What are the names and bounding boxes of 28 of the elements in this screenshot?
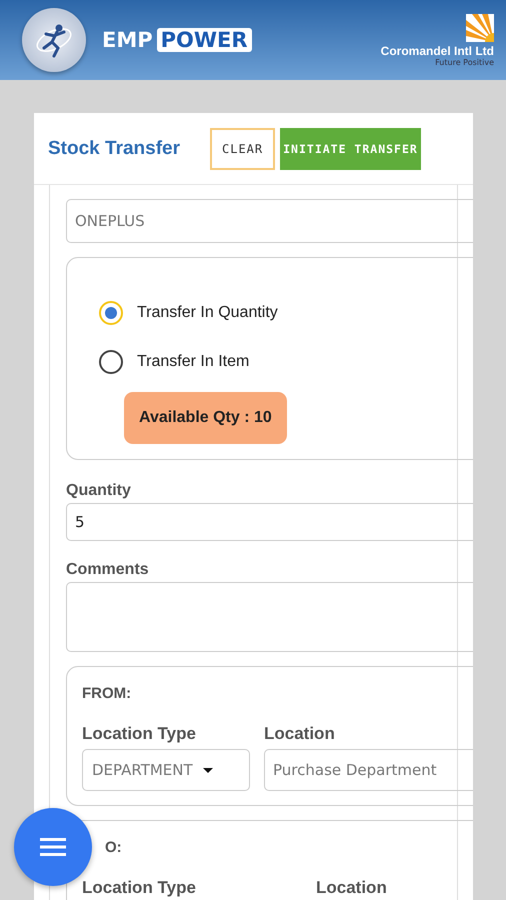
sunburst-logo-icon [466, 14, 494, 42]
app-name: EMP [102, 28, 153, 52]
comments-field[interactable] [66, 582, 473, 652]
asset-field[interactable]: ONEPLUS [66, 199, 473, 243]
available-qty-badge: Available Qty : 10 [124, 392, 287, 444]
location-type-dropdown[interactable]: DEPARTMENT [82, 749, 250, 791]
field-label: Location Type [82, 724, 197, 744]
runner-logo-icon [22, 8, 86, 72]
menu-icon [40, 837, 66, 857]
quantity-field[interactable]: 5 [66, 503, 473, 541]
caret-icon [202, 768, 213, 772]
radio-label: Transfer In Quantity [137, 304, 278, 322]
location-field[interactable]: Purchase Department [264, 749, 473, 791]
initiate-transfer-button[interactable]: INITIATE TRANSFER [280, 128, 421, 170]
section-title: FROM: [82, 685, 132, 702]
radio-label: Transfer In Item [137, 352, 250, 370]
radio-button[interactable] [99, 350, 123, 374]
clear-button[interactable]: CLEAR [210, 128, 276, 170]
field-label: Quantity [66, 481, 132, 500]
company-name: Coromandel Intl Ltd [380, 44, 494, 58]
company-tagline: Future Positive [435, 58, 494, 66]
field-label: Location [316, 878, 387, 898]
page-title: Stock Transfer [48, 138, 180, 160]
section-title: O: [104, 839, 123, 856]
field-label: Location Type [82, 878, 197, 898]
field-label: Location [264, 724, 336, 744]
app-name-badge: POWER [156, 28, 252, 52]
field-label: Comments [66, 560, 150, 579]
